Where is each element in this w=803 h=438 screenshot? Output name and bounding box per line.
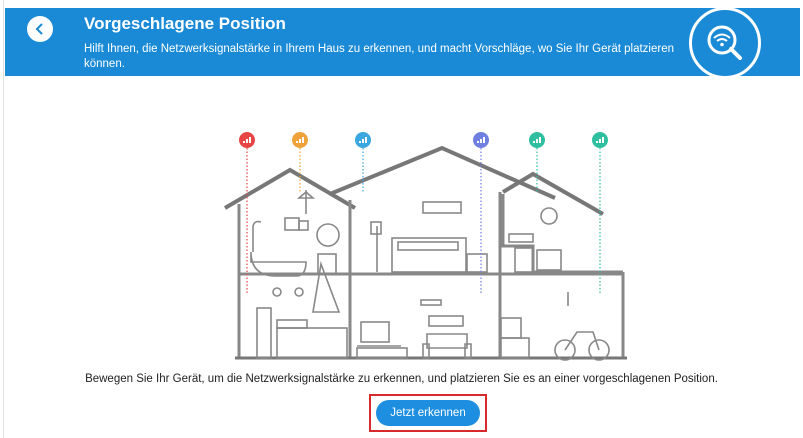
house-illustration	[223, 132, 627, 361]
signal-pin-icon	[292, 132, 308, 148]
page-subtitle: Hilft Ihnen, die Netzwerksignalstärke in…	[84, 43, 674, 70]
instruction-text: Bewegen Sie Ihr Gerät, um die Netzwerksi…	[85, 373, 718, 385]
header-banner: Vorgeschlagene Position Hilft Ihnen, die…	[5, 8, 800, 76]
signal-pin-icon	[592, 132, 608, 148]
page-title: Vorgeschlagene Position	[84, 14, 286, 33]
signal-pin-icon	[239, 132, 255, 148]
signal-pin-icon	[355, 132, 371, 148]
chevron-left-icon	[35, 23, 43, 35]
wifi-search-badge	[689, 7, 761, 79]
detect-now-button[interactable]: Jetzt erkennen	[376, 400, 480, 426]
signal-pin-icon	[529, 132, 545, 148]
signal-pin-icon	[473, 132, 489, 148]
wifi-search-icon	[707, 25, 742, 60]
back-button[interactable]	[27, 16, 53, 42]
